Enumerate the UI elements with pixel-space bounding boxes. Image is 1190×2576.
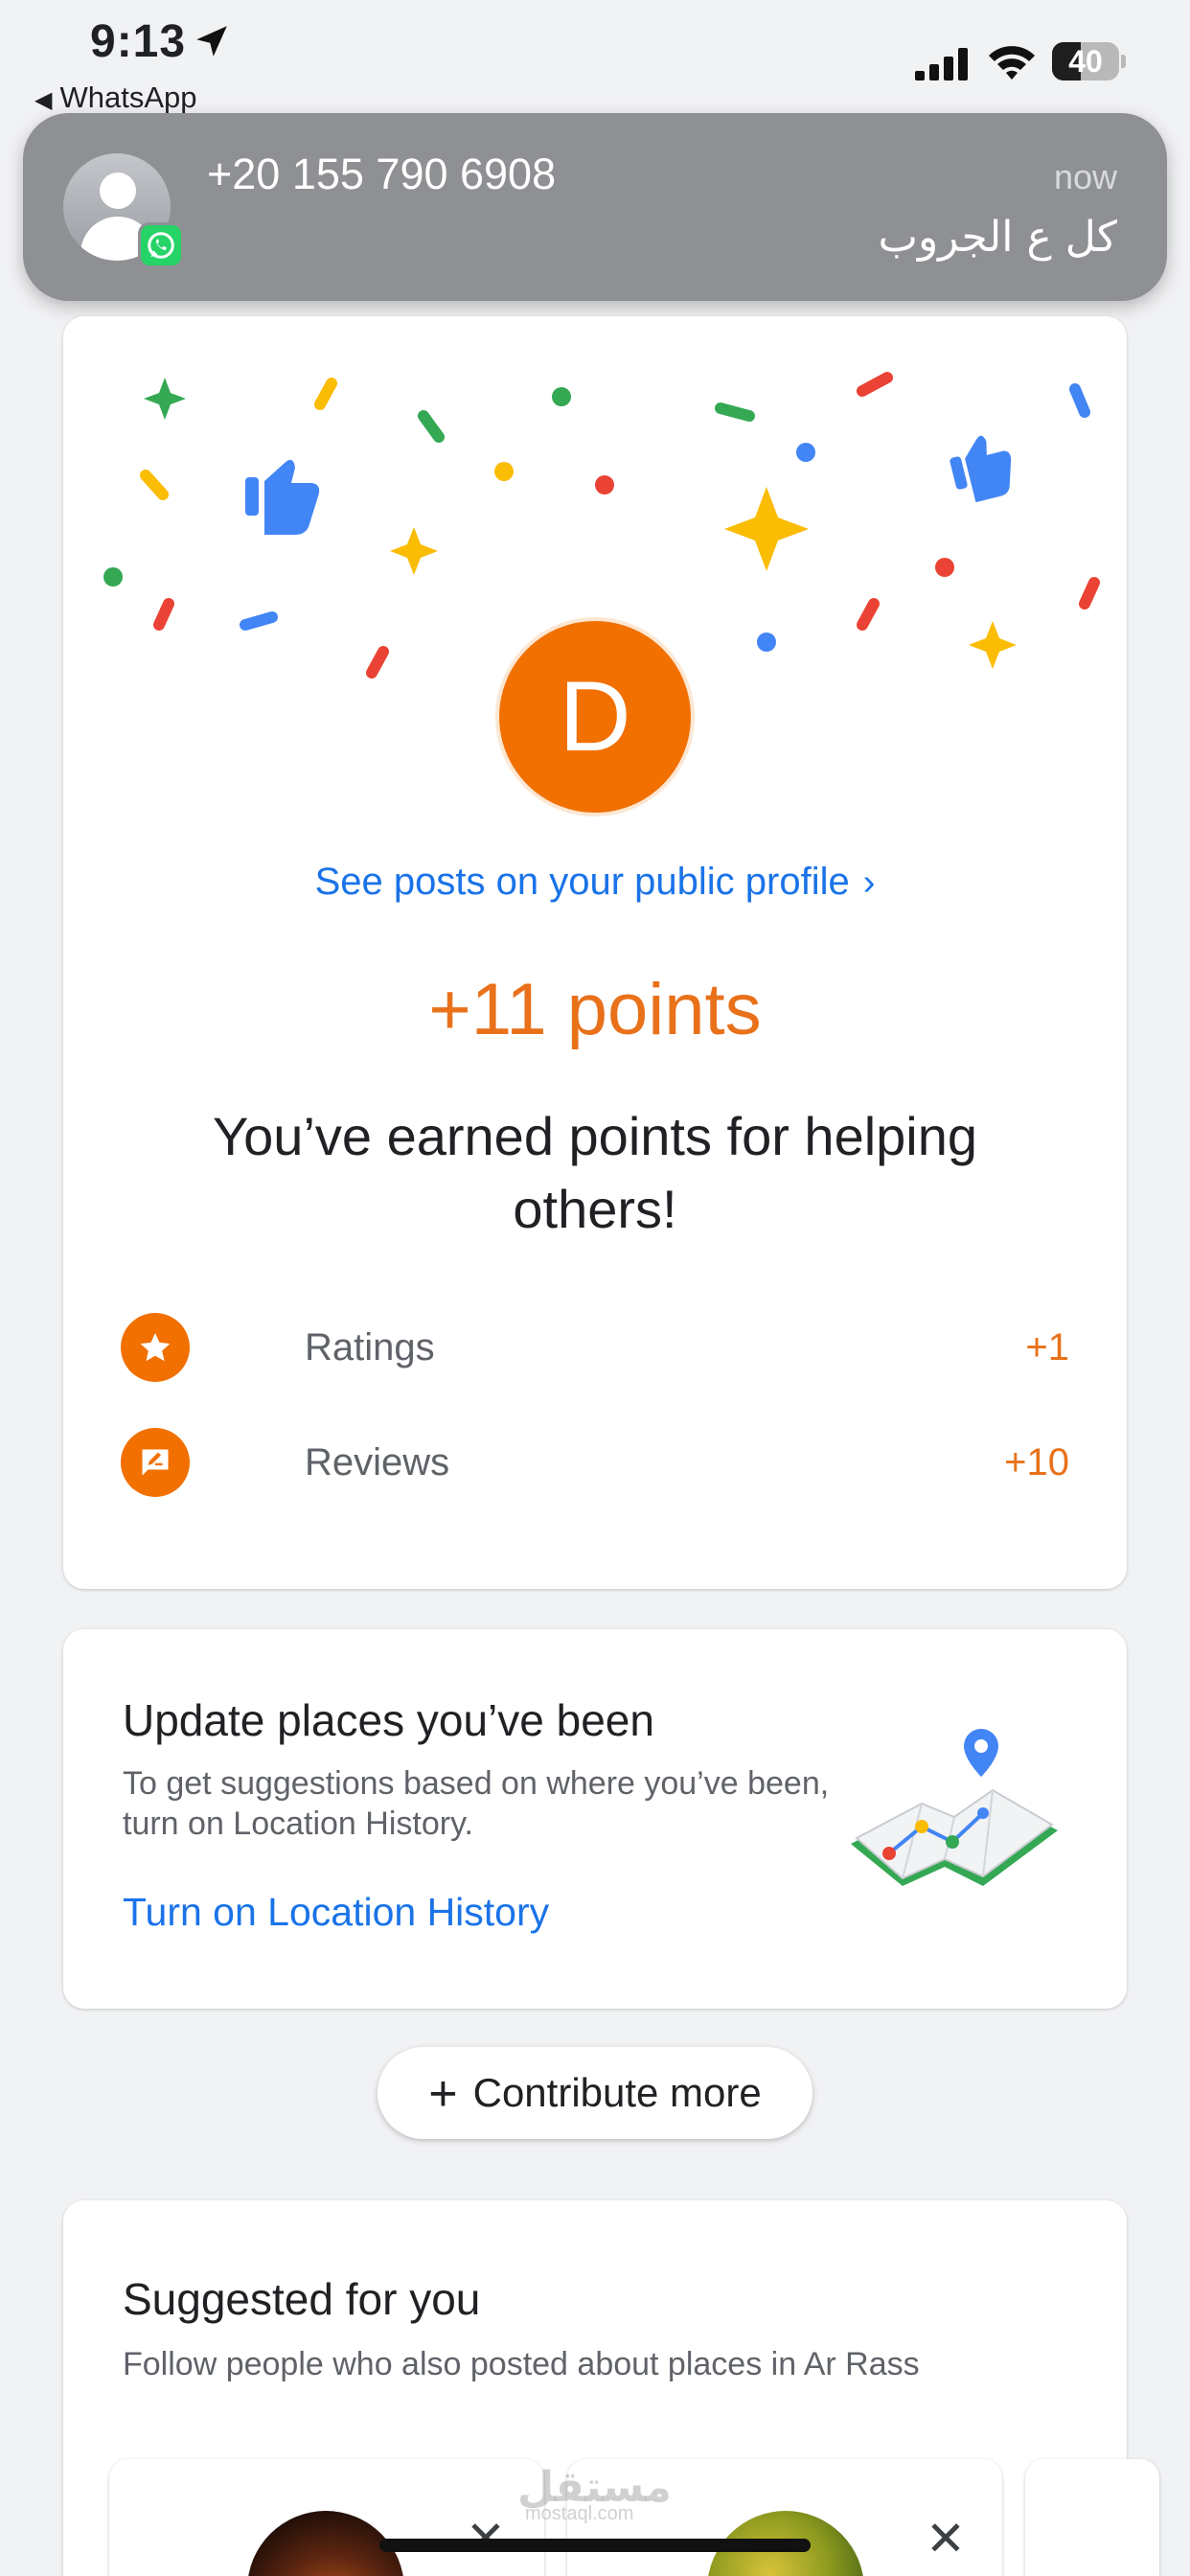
- back-to-app-button[interactable]: ◀ WhatsApp: [34, 80, 196, 115]
- cellular-signal-icon: [915, 48, 968, 80]
- suggested-person-card[interactable]: ✕: [109, 2459, 544, 2576]
- whatsapp-icon: [138, 222, 184, 268]
- home-indicator[interactable]: [379, 2539, 811, 2552]
- public-profile-link-label: See posts on your public profile: [314, 861, 850, 903]
- contribute-more-button[interactable]: + Contribute more: [378, 2047, 812, 2139]
- notification-sender: +20 155 790 6908: [207, 150, 557, 198]
- update-places-title: Update places you’ve been: [123, 1695, 654, 1745]
- plus-icon: +: [428, 2066, 458, 2122]
- points-row-label: Reviews: [305, 1441, 450, 1484]
- chevron-right-icon: ›: [862, 862, 876, 903]
- suggested-title: Suggested for you: [123, 2274, 481, 2324]
- points-row-value: +1: [1025, 1326, 1069, 1368]
- review-icon: [121, 1428, 190, 1497]
- suggested-person-card[interactable]: [1025, 2459, 1159, 2576]
- location-history-map-icon: [851, 1729, 1058, 1886]
- profile-avatar[interactable]: D: [495, 617, 695, 816]
- notification-time: now: [1053, 157, 1117, 196]
- watermark-url: mostaql.com: [525, 2503, 634, 2524]
- points-row-reviews: Reviews +10: [121, 1428, 1069, 1497]
- wifi-icon: [989, 46, 1035, 80]
- close-icon[interactable]: ✕: [926, 2511, 966, 2566]
- status-time: 9:13: [90, 16, 187, 67]
- notification-message: كل ع الجروب: [878, 213, 1117, 262]
- thumbs-up-icon: [245, 459, 320, 535]
- points-row-value: +10: [1004, 1441, 1069, 1484]
- battery-level: 40: [1068, 44, 1103, 79]
- suggested-subtitle: Follow people who also posted about plac…: [123, 2346, 920, 2382]
- back-app-label: WhatsApp: [59, 80, 197, 114]
- battery-icon: 40: [1052, 42, 1127, 80]
- status-bar: 9:13 ◀ WhatsApp 40: [0, 0, 1190, 115]
- turn-on-location-history-link[interactable]: Turn on Location History: [123, 1890, 549, 1935]
- points-row-ratings: Ratings +1: [121, 1313, 1069, 1382]
- points-card: D See posts on your public profile › +11 …: [63, 316, 1127, 1589]
- notification-banner[interactable]: +20 155 790 6908 now كل ع الجروب: [23, 113, 1167, 301]
- points-headline: You’ve earned points for helping others!: [212, 1106, 978, 1239]
- update-places-card: Update places you’ve been To get suggest…: [63, 1629, 1127, 2009]
- thumbs-up-icon: [950, 435, 1012, 503]
- public-profile-link[interactable]: See posts on your public profile ›: [63, 861, 1127, 904]
- points-row-label: Ratings: [305, 1326, 435, 1368]
- location-arrow-icon: [196, 26, 227, 57]
- points-earned: +11 points: [428, 969, 762, 1050]
- star-icon: [121, 1313, 190, 1382]
- contribute-more-label: Contribute more: [472, 2070, 762, 2115]
- back-triangle-icon: ◀: [34, 87, 53, 113]
- update-places-description: To get suggestions based on where you’ve…: [123, 1765, 830, 1842]
